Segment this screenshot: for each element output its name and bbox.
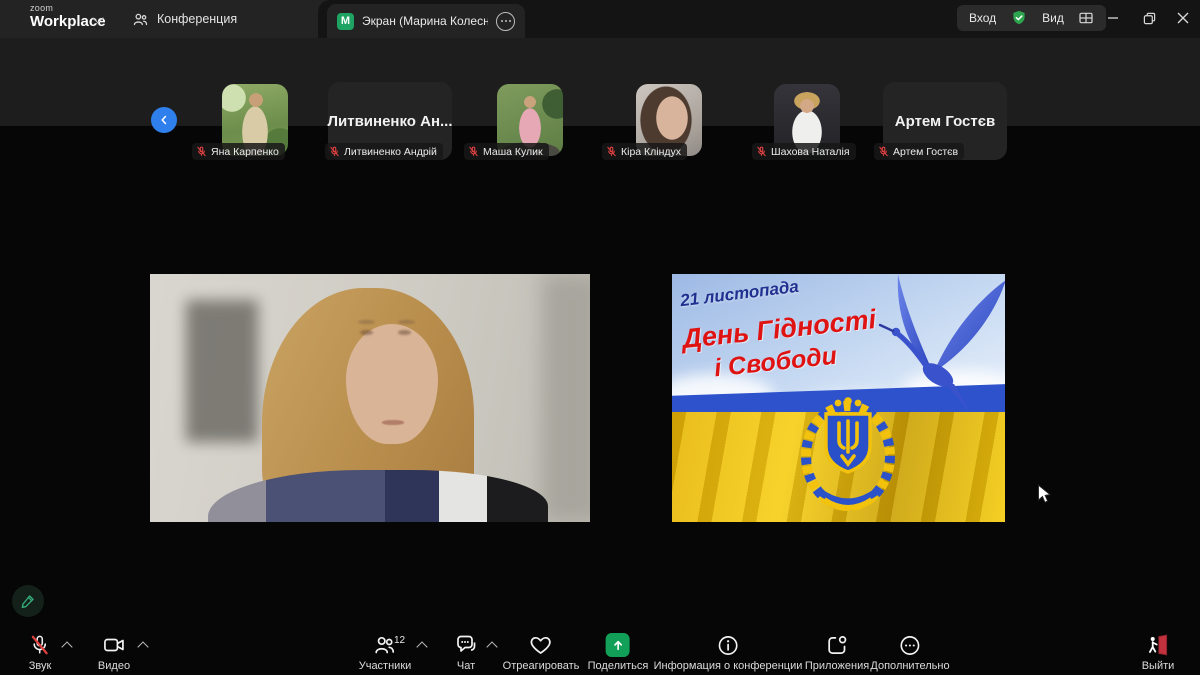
green-pencil-icon bbox=[20, 593, 36, 609]
screen-share-avatar: M bbox=[337, 13, 354, 30]
participant-name-badge: Литвиненко Андрій bbox=[325, 143, 443, 160]
mic-muted-icon bbox=[878, 146, 889, 157]
mic-muted-icon bbox=[468, 146, 479, 157]
minimize-button[interactable] bbox=[1096, 0, 1130, 36]
camera-icon bbox=[102, 633, 126, 657]
participant-display-name: Артем Гостєв bbox=[895, 113, 995, 130]
background-shade bbox=[542, 274, 590, 522]
participants-filmstrip: Литвиненко Ан... Артем Гостєв Яна Карпен… bbox=[0, 38, 1200, 126]
titlebar-right-controls: Вход Вид bbox=[957, 5, 1106, 31]
participants-options-caret[interactable] bbox=[416, 641, 427, 652]
speaker-torso bbox=[208, 470, 548, 522]
participant-display-name: Литвиненко Ан... bbox=[327, 113, 452, 130]
tab-screen-share-label: Экран (Марина Колесник) bbox=[362, 14, 488, 28]
audio-button[interactable]: Звук bbox=[29, 633, 52, 672]
leave-door-icon bbox=[1146, 633, 1170, 657]
participant-name-badge: Шахова Наталія bbox=[752, 143, 856, 160]
background-frame bbox=[186, 300, 258, 442]
title-bar: zoom Workplace Конференция M Экран (Мари… bbox=[0, 0, 1200, 38]
more-button[interactable]: Дополнительно bbox=[870, 633, 949, 672]
chevron-left-icon bbox=[157, 113, 171, 127]
apps-icon bbox=[825, 633, 848, 657]
meeting-info-button[interactable]: Информация о конференции bbox=[654, 633, 803, 672]
info-icon bbox=[717, 633, 740, 657]
participants-count-badge: 12 bbox=[394, 635, 405, 646]
security-shield-icon[interactable] bbox=[1010, 9, 1028, 27]
video-button[interactable]: Видео bbox=[98, 633, 130, 672]
blue-crane-bird bbox=[840, 274, 1005, 414]
speaker-face bbox=[346, 324, 438, 444]
chat-options-caret[interactable] bbox=[486, 641, 497, 652]
tab-screen-share[interactable]: M Экран (Марина Колесник) bbox=[327, 4, 525, 38]
audio-options-caret[interactable] bbox=[61, 641, 72, 652]
mic-muted-icon bbox=[29, 633, 51, 657]
close-button[interactable] bbox=[1166, 0, 1200, 36]
participant-name-badge: Маша Кулик bbox=[464, 143, 549, 160]
chat-button[interactable]: Чат bbox=[454, 633, 478, 672]
speaker-video-pane bbox=[150, 274, 590, 522]
more-ellipsis-icon bbox=[898, 633, 921, 657]
mic-muted-icon bbox=[329, 146, 340, 157]
mouse-cursor bbox=[1036, 484, 1052, 504]
sign-in-button[interactable]: Вход bbox=[969, 11, 996, 25]
participant-name-badge: Кіра Кліндух bbox=[602, 143, 687, 160]
leave-button[interactable]: Выйти bbox=[1142, 633, 1175, 672]
participant-name-badge: Яна Карпенко bbox=[192, 143, 285, 160]
people-icon bbox=[132, 11, 149, 28]
tab-options-icon[interactable] bbox=[496, 12, 515, 31]
video-options-caret[interactable] bbox=[137, 641, 148, 652]
share-screen-button[interactable]: Поделиться bbox=[588, 633, 649, 672]
participant-name-badge: Артем Гостєв bbox=[874, 143, 964, 160]
mic-muted-icon bbox=[606, 146, 617, 157]
annotate-button[interactable] bbox=[12, 585, 44, 617]
view-button[interactable]: Вид bbox=[1042, 11, 1064, 25]
tab-conference[interactable]: Конференция bbox=[122, 0, 247, 38]
zoom-meeting-window: zoom Workplace Конференция M Экран (Мари… bbox=[0, 0, 1200, 675]
restore-button[interactable] bbox=[1132, 0, 1166, 36]
ukraine-coat-of-arms bbox=[792, 394, 904, 518]
apps-button[interactable]: Приложения bbox=[805, 633, 869, 672]
tab-conference-label: Конференция bbox=[157, 12, 237, 26]
react-button[interactable]: Отреагировать bbox=[503, 633, 580, 672]
share-icon bbox=[606, 633, 630, 657]
mic-muted-icon bbox=[756, 146, 767, 157]
meeting-toolbar: Звук Видео Участники 12 Чат bbox=[0, 627, 1200, 675]
heart-icon bbox=[529, 633, 553, 657]
logo-zoom-text: zoom bbox=[30, 4, 106, 13]
mic-muted-icon bbox=[196, 146, 207, 157]
chat-icon bbox=[454, 633, 478, 657]
view-layout-icon[interactable] bbox=[1078, 10, 1094, 26]
shared-screen-pane: 21 листопада День Гідності і Свободи bbox=[672, 274, 1005, 522]
collapse-strip-button[interactable] bbox=[151, 107, 177, 133]
